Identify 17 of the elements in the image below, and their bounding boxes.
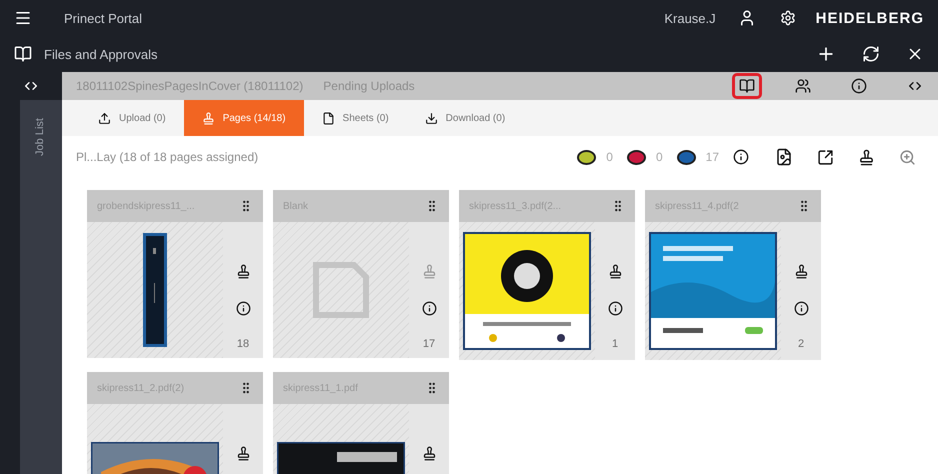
status-count: 0 <box>656 150 663 164</box>
logo: HEIDELBERG <box>816 10 924 26</box>
status-count: 17 <box>706 150 719 164</box>
status-count: 0 <box>606 150 613 164</box>
page-number: 18 <box>236 338 250 350</box>
page-number: 1 <box>612 338 618 350</box>
app-title: Prinect Portal <box>64 10 142 26</box>
page-number: 17 <box>422 338 436 350</box>
tab[interactable]: Pages (14/18) <box>184 100 304 136</box>
tab[interactable]: Sheets (0) <box>304 100 407 136</box>
page-number: 2 <box>798 338 804 350</box>
assignment-summary: Pl...Lay (18 of 18 pages assigned) <box>76 150 258 164</box>
user-name: Krause.J <box>664 10 716 26</box>
sidebar-label[interactable]: Job List <box>34 118 48 156</box>
module-title: Files and Approvals <box>44 46 158 62</box>
tab[interactable]: Upload (0) <box>80 100 184 136</box>
tab[interactable]: Download (0) <box>406 100 524 136</box>
